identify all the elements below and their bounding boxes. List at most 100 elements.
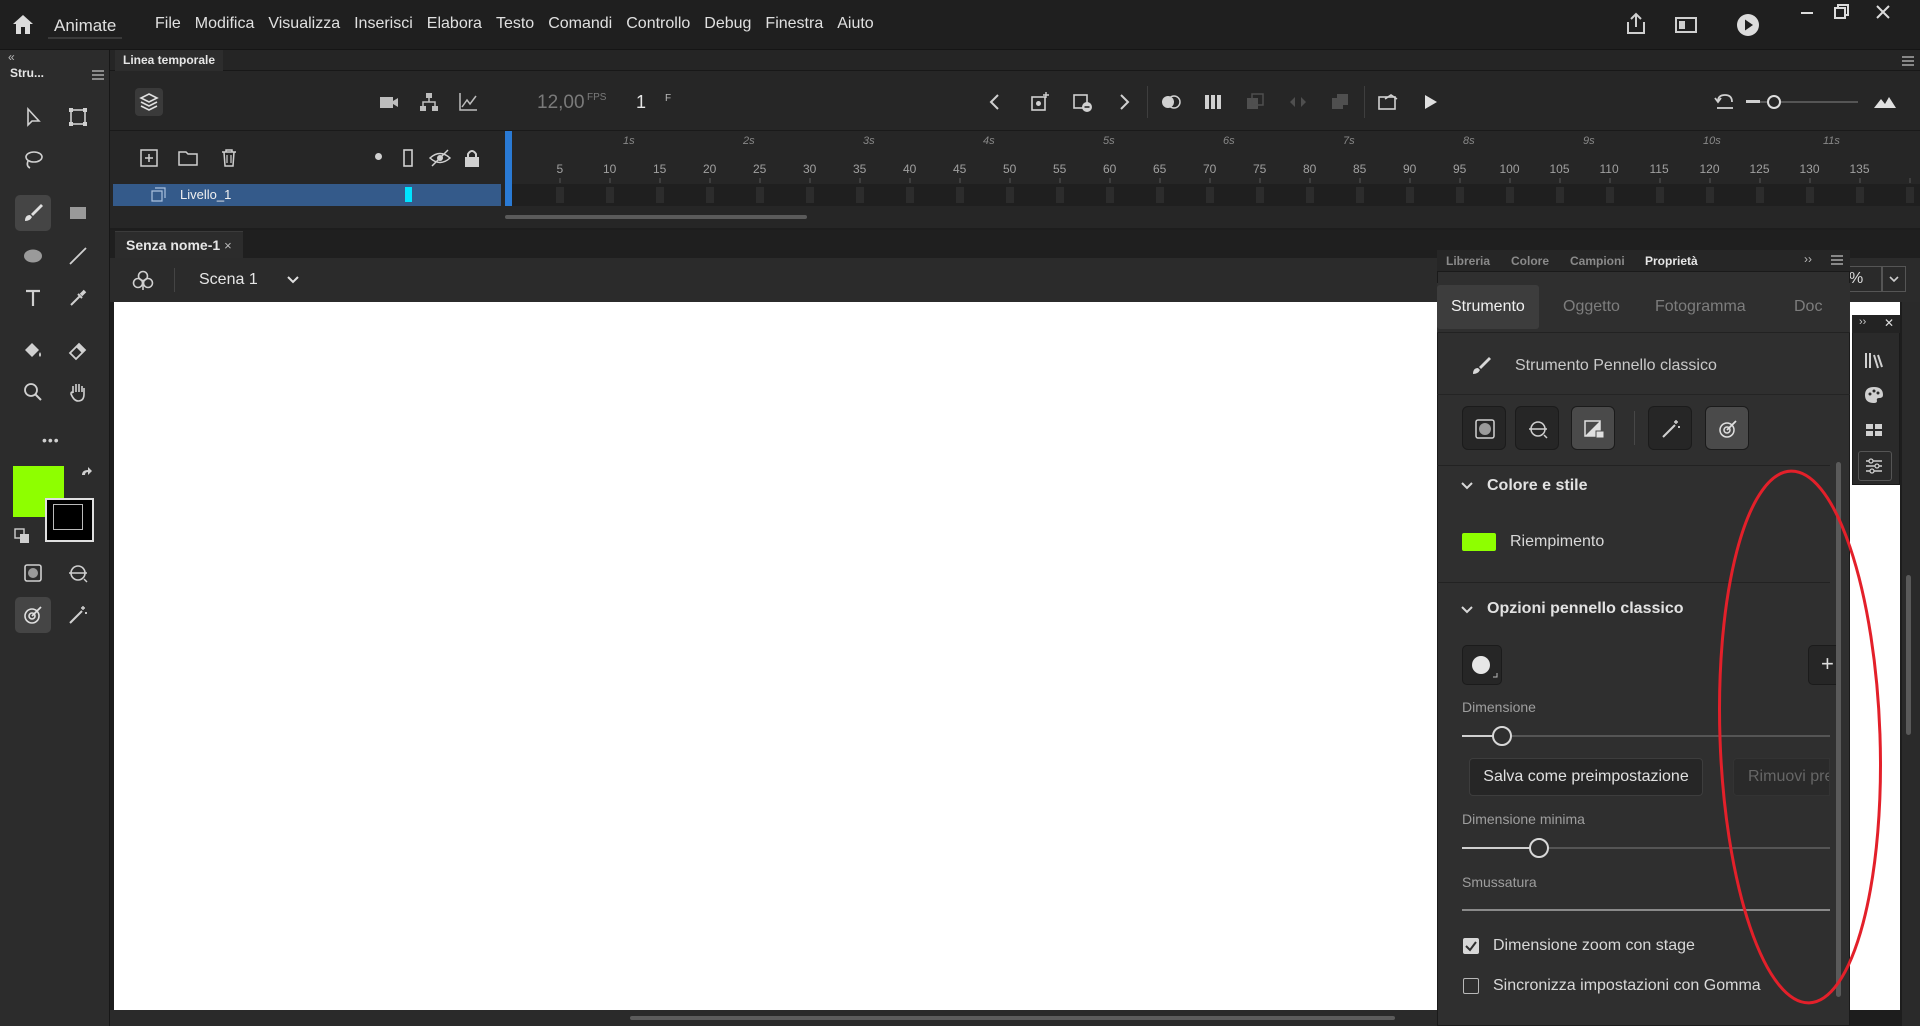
subtab-strumento[interactable]: Strumento (1437, 285, 1539, 329)
chevron-down-icon[interactable] (1460, 479, 1474, 493)
classic-brush-tool[interactable] (15, 195, 51, 231)
zoom-minus-icon[interactable] (1746, 100, 1760, 103)
zoom-dropdown-button[interactable] (1882, 266, 1906, 292)
scene-icon[interactable] (130, 268, 156, 294)
playhead[interactable] (505, 131, 512, 206)
camera-icon[interactable] (376, 89, 402, 115)
object-drawing-button[interactable] (1462, 406, 1506, 450)
tools-tab[interactable]: Stru... (10, 66, 44, 80)
docked-close-icon[interactable]: ✕ (1884, 316, 1894, 330)
lock-layers-icon[interactable] (462, 147, 482, 169)
fit-frames-icon[interactable] (1872, 89, 1898, 115)
menu-file[interactable]: File (148, 0, 188, 48)
chevron-down-icon[interactable] (1460, 603, 1474, 617)
timeline-scrollbar[interactable] (505, 215, 807, 219)
hand-tool[interactable] (60, 374, 96, 410)
test-movie-icon[interactable] (1733, 10, 1763, 40)
swatches-icon[interactable] (1860, 417, 1888, 443)
panel-menu-icon[interactable] (92, 70, 104, 80)
menu-inserisci[interactable]: Inserisci (347, 0, 420, 48)
layer-parenting-icon[interactable] (416, 89, 442, 115)
fill-color-swatch[interactable] (1462, 533, 1496, 551)
close-window-button[interactable] (1864, 0, 1902, 26)
current-frame-value[interactable]: 1 (636, 92, 646, 113)
hide-layers-icon[interactable] (428, 147, 452, 169)
document-tab[interactable]: Senza nome-1 × (115, 231, 243, 258)
eraser-tool[interactable] (60, 332, 96, 368)
menu-aiuto[interactable]: Aiuto (830, 0, 880, 48)
workspace-layout-icon[interactable] (1672, 12, 1700, 38)
graph-icon[interactable] (455, 89, 481, 115)
smoothing-magic-icon[interactable] (60, 597, 96, 633)
smoothing-button[interactable] (1648, 406, 1692, 450)
share-icon[interactable] (1622, 10, 1650, 38)
pressure-toggle[interactable] (15, 597, 51, 633)
paint-mode-icon[interactable] (60, 555, 96, 591)
menu-testo[interactable]: Testo (489, 0, 541, 48)
fps-value[interactable]: 12,00 (537, 92, 585, 114)
play-icon[interactable] (1417, 89, 1443, 115)
default-colors-icon[interactable] (13, 527, 31, 545)
selection-tool[interactable] (15, 99, 51, 135)
paint-bucket-tool[interactable] (15, 332, 51, 368)
chevron-down-icon[interactable] (285, 272, 301, 288)
scene-name[interactable]: Scena 1 (199, 271, 258, 289)
menu-modifica[interactable]: Modifica (188, 0, 262, 48)
tab-campioni[interactable]: Campioni (1570, 250, 1625, 272)
menu-controllo[interactable]: Controllo (619, 0, 697, 48)
object-drawing-toggle[interactable] (15, 555, 51, 591)
lasso-tool[interactable] (15, 142, 51, 178)
properties-menu-icon[interactable] (1831, 255, 1843, 265)
oval-tool[interactable] (15, 238, 51, 274)
stage-canvas[interactable] (114, 302, 1439, 1010)
subtab-oggetto[interactable]: Oggetto (1549, 285, 1634, 329)
more-tools-button[interactable]: ••• (42, 432, 60, 448)
tab-colore[interactable]: Colore (1511, 250, 1549, 272)
remove-keyframe-icon[interactable] (1069, 89, 1095, 115)
new-folder-icon[interactable] (177, 147, 199, 169)
color-palette-icon[interactable] (1860, 382, 1888, 408)
section-opzioni-pennello[interactable]: Opzioni pennello classico (1487, 600, 1683, 618)
insert-frame-icon[interactable] (1375, 89, 1401, 115)
min-size-slider-thumb[interactable] (1529, 838, 1549, 858)
new-layer-icon[interactable] (138, 147, 160, 169)
menu-finestra[interactable]: Finestra (758, 0, 830, 48)
free-transform-tool[interactable] (60, 99, 96, 135)
subtab-doc[interactable]: Doc (1780, 285, 1836, 329)
document-close-icon[interactable]: × (224, 238, 232, 253)
frame-view-icon[interactable] (1200, 89, 1226, 115)
pressure-button[interactable] (1705, 406, 1749, 450)
reset-zoom-icon[interactable] (1712, 89, 1738, 115)
sync-eraser-checkbox[interactable] (1463, 978, 1479, 994)
rectangle-tool[interactable] (60, 195, 96, 231)
layer-name[interactable]: Livello_1 (180, 187, 231, 202)
layer-row[interactable] (113, 184, 501, 206)
text-tool[interactable] (15, 280, 51, 316)
subtab-fotogramma[interactable]: Fotogramma (1641, 285, 1760, 329)
layers-icon[interactable] (135, 88, 163, 116)
layer-color-marker[interactable] (405, 187, 412, 202)
timeline-menu-icon[interactable] (1902, 56, 1914, 66)
tools-collapse-button[interactable]: « (8, 50, 15, 64)
delete-layer-icon[interactable] (218, 147, 240, 169)
zoom-with-stage-checkbox[interactable] (1463, 938, 1479, 954)
size-slider-thumb[interactable] (1492, 726, 1512, 746)
save-preset-button[interactable]: Salva come preimpostazione (1469, 758, 1703, 796)
tab-proprieta[interactable]: Proprietà (1645, 250, 1698, 272)
section-colore-e-stile[interactable]: Colore e stile (1487, 477, 1587, 495)
restore-button[interactable] (1822, 0, 1860, 26)
menu-elabora[interactable]: Elabora (420, 0, 489, 48)
menu-debug[interactable]: Debug (697, 0, 758, 48)
highlight-layers-icon[interactable] (375, 153, 382, 160)
timeline-zoom-thumb[interactable] (1767, 95, 1781, 109)
menu-visualizza[interactable]: Visualizza (261, 0, 347, 48)
panel-expand-icon[interactable]: ›› (1804, 252, 1812, 266)
next-frame-icon[interactable] (1111, 89, 1137, 115)
zoom-with-stage-label[interactable]: Dimensione zoom con stage (1493, 937, 1695, 955)
previous-frame-icon[interactable] (982, 89, 1008, 115)
brush-shape-button[interactable] (1462, 645, 1502, 685)
docked-expand-icon[interactable]: ›› (1859, 316, 1866, 328)
stage-horizontal-scrollbar[interactable] (630, 1016, 1395, 1020)
library-icon[interactable] (1860, 347, 1888, 373)
paint-mode-button[interactable] (1515, 406, 1559, 450)
